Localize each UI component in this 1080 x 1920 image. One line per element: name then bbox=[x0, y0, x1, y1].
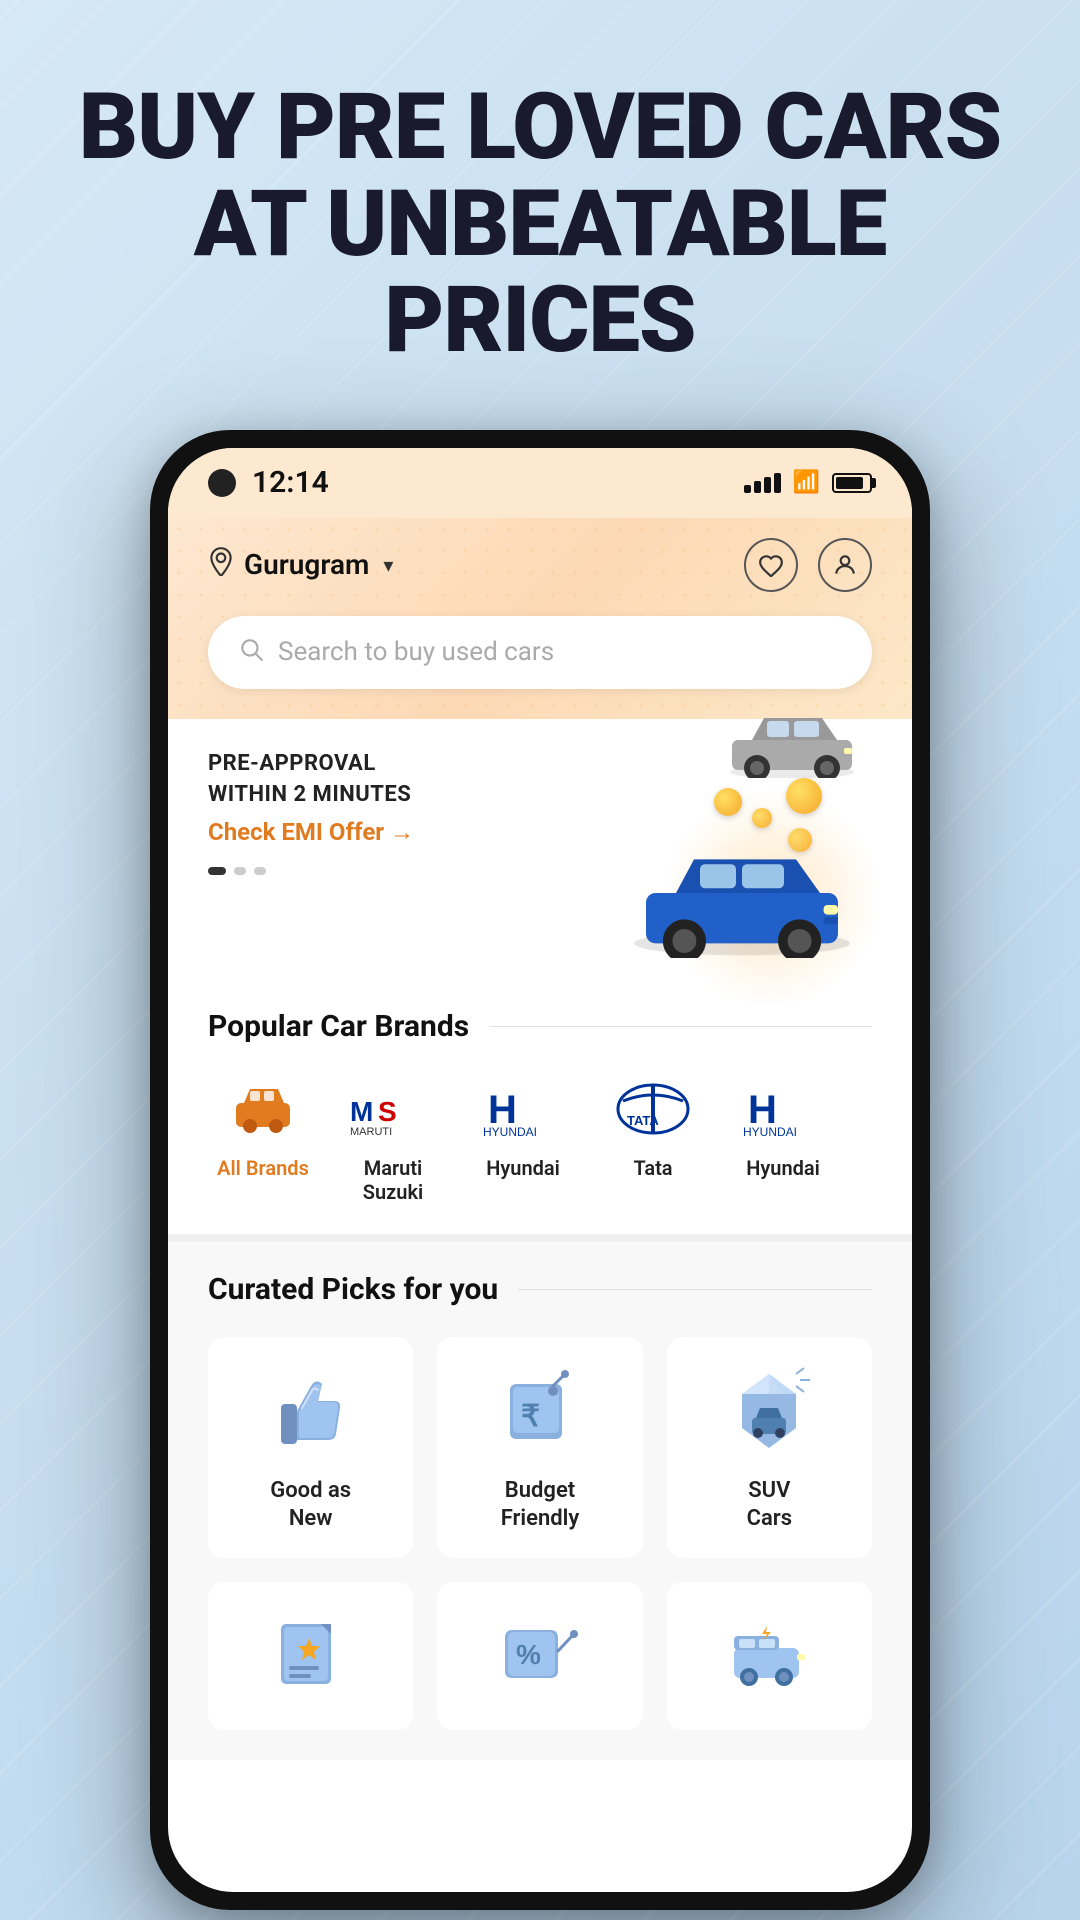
brand-tata[interactable]: TATA Tata bbox=[598, 1074, 708, 1204]
curated-budget-friendly[interactable]: ₹ BudgetFriendly bbox=[437, 1337, 642, 1558]
promo-content: PRE-APPROVAL WITHIN 2 MINUTES Check EMI … bbox=[208, 749, 872, 848]
location-pin-icon bbox=[208, 546, 234, 583]
svg-text:HYUNDAI: HYUNDAI bbox=[483, 1125, 537, 1136]
electric-car-icon bbox=[719, 1606, 819, 1706]
tata-label: Tata bbox=[633, 1156, 672, 1180]
headline-line1: BUY PRE LOVED CARS bbox=[79, 74, 1001, 181]
location-actions bbox=[744, 538, 872, 592]
hyundai-icon: H HYUNDAI bbox=[478, 1074, 568, 1144]
hyundai-2-label: Hyundai bbox=[746, 1156, 820, 1180]
svg-text:TATA: TATA bbox=[627, 1113, 659, 1128]
hyundai-icon-2: H HYUNDAI bbox=[738, 1074, 828, 1144]
signal-icon bbox=[744, 473, 781, 493]
brands-section-header: Popular Car Brands bbox=[208, 1009, 872, 1044]
curated-electric[interactable] bbox=[667, 1582, 872, 1730]
status-time: 12:14 bbox=[252, 465, 329, 500]
chevron-down-icon[interactable]: ▾ bbox=[383, 553, 393, 577]
blue-suv-icon bbox=[622, 828, 862, 958]
dot-1 bbox=[208, 867, 226, 875]
location-left[interactable]: Gurugram ▾ bbox=[208, 546, 393, 583]
svg-text:%: % bbox=[516, 1639, 541, 1670]
status-bar: 12:14 📶 bbox=[168, 448, 912, 518]
maruti-icon: M S MARUTI SUZUKI bbox=[348, 1074, 438, 1144]
brands-title: Popular Car Brands bbox=[208, 1009, 469, 1044]
promo-title-line2: WITHIN 2 MINUTES bbox=[208, 780, 510, 811]
brand-maruti[interactable]: M S MARUTI SUZUKI MarutiSuzuki bbox=[338, 1074, 448, 1204]
brands-divider bbox=[489, 1026, 872, 1027]
certified-icon bbox=[261, 1606, 361, 1706]
diamond-car-icon bbox=[719, 1361, 819, 1461]
camera-dot bbox=[208, 469, 236, 497]
suv-cars-label: SUVCars bbox=[747, 1477, 792, 1534]
curated-grid: Good asNew ₹ bbox=[208, 1337, 872, 1558]
wishlist-button[interactable] bbox=[744, 538, 798, 592]
curated-certified[interactable] bbox=[208, 1582, 413, 1730]
wallet-icon: ₹ bbox=[490, 1361, 590, 1461]
all-brands-label: All Brands bbox=[217, 1156, 309, 1180]
tata-icon: TATA bbox=[608, 1074, 698, 1144]
location-bar: Gurugram ▾ bbox=[208, 538, 872, 592]
search-bar[interactable]: Search to buy used cars bbox=[208, 616, 872, 689]
brand-hyundai[interactable]: H HYUNDAI Hyundai bbox=[468, 1074, 578, 1204]
budget-friendly-label: BudgetFriendly bbox=[501, 1477, 580, 1534]
svg-text:M: M bbox=[350, 1096, 373, 1127]
svg-text:HYUNDAI: HYUNDAI bbox=[743, 1125, 797, 1136]
search-input[interactable]: Search to buy used cars bbox=[278, 637, 554, 667]
brand-all-brands[interactable]: All Brands bbox=[208, 1074, 318, 1204]
promo-banner[interactable]: PRE-APPROVAL WITHIN 2 MINUTES Check EMI … bbox=[168, 719, 912, 979]
status-right: 📶 bbox=[744, 470, 872, 495]
curated-section-header: Curated Picks for you bbox=[208, 1272, 872, 1307]
all-brands-icon bbox=[218, 1074, 308, 1144]
search-icon bbox=[238, 636, 264, 669]
dot-2 bbox=[234, 867, 246, 875]
headline: BUY PRE LOVED CARS AT UNBEATABLE PRICES bbox=[0, 80, 1080, 370]
hyundai-label: Hyundai bbox=[486, 1156, 560, 1180]
location-name[interactable]: Gurugram bbox=[244, 548, 369, 581]
phone-mockup: 12:14 📶 bbox=[150, 430, 930, 1910]
page-wrapper: BUY PRE LOVED CARS AT UNBEATABLE PRICES … bbox=[0, 0, 1080, 1910]
emi-cta-button[interactable]: Check EMI Offer → bbox=[208, 818, 510, 847]
promo-title-line1: PRE-APPROVAL bbox=[208, 749, 510, 780]
curated-title: Curated Picks for you bbox=[208, 1272, 498, 1307]
gray-sedan-icon bbox=[722, 698, 862, 778]
curated-picks-section: Curated Picks for you bbox=[168, 1234, 912, 1760]
headline-line2: AT UNBEATABLE PRICES bbox=[194, 171, 886, 375]
promo-text: PRE-APPROVAL WITHIN 2 MINUTES Check EMI … bbox=[208, 749, 510, 848]
maruti-label: MarutiSuzuki bbox=[363, 1156, 423, 1204]
svg-text:S: S bbox=[378, 1096, 397, 1127]
status-left: 12:14 bbox=[208, 465, 329, 500]
brand-hyundai-2[interactable]: H HYUNDAI Hyundai bbox=[728, 1074, 838, 1204]
thumbs-up-icon bbox=[261, 1361, 361, 1461]
popular-brands-section: Popular Car Brands bbox=[168, 979, 912, 1234]
curated-good-as-new[interactable]: Good asNew bbox=[208, 1337, 413, 1558]
top-banner: Gurugram ▾ bbox=[168, 518, 912, 719]
brands-row: All Brands M S MARUTI SUZUKI bbox=[208, 1074, 872, 1204]
discount-icon: % bbox=[490, 1606, 590, 1706]
phone-screen: 12:14 📶 bbox=[168, 448, 912, 1892]
profile-button[interactable] bbox=[818, 538, 872, 592]
battery-icon bbox=[832, 473, 872, 493]
curated-divider bbox=[518, 1289, 872, 1290]
svg-text:MARUTI: MARUTI bbox=[350, 1126, 392, 1136]
curated-grid-bottom: % bbox=[208, 1582, 872, 1730]
curated-suv-cars[interactable]: SUVCars bbox=[667, 1337, 872, 1558]
good-as-new-label: Good asNew bbox=[270, 1477, 351, 1534]
curated-discount[interactable]: % bbox=[437, 1582, 642, 1730]
svg-text:₹: ₹ bbox=[521, 1400, 540, 1433]
wifi-icon: 📶 bbox=[793, 470, 820, 495]
dot-3 bbox=[254, 867, 266, 875]
